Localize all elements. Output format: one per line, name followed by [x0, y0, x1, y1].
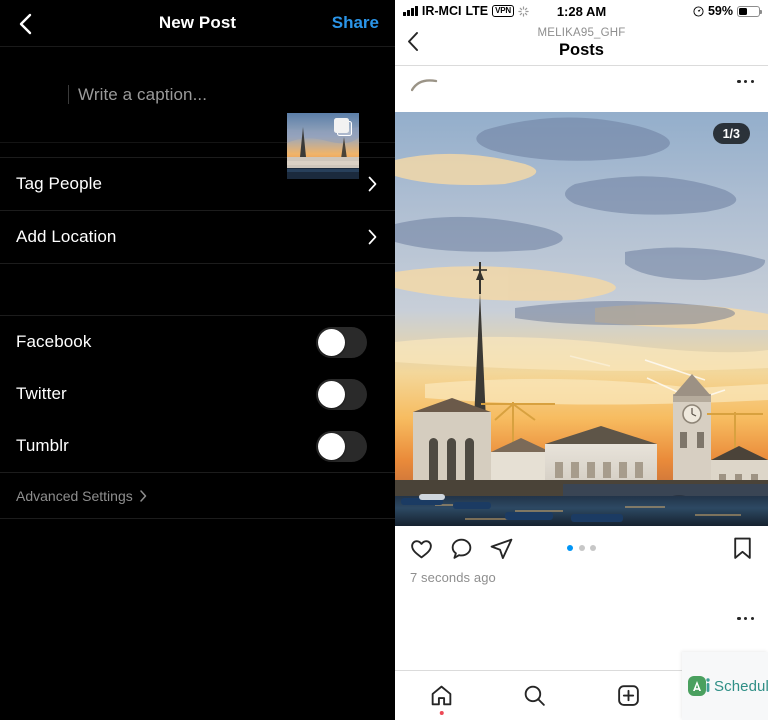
instagram-feed-panel: IR-MCI LTE VPN 1:28 AM 59% MELIKA95_GHF … — [395, 0, 768, 720]
network-label: LTE — [465, 4, 489, 18]
aischedul-widget-label: Schedul — [714, 677, 768, 695]
aischedul-widget[interactable]: Schedul — [682, 652, 768, 720]
zurich-sunset-photo — [395, 112, 768, 526]
add-post-icon — [617, 685, 639, 706]
vpn-badge: VPN — [492, 5, 514, 17]
nav-subtitle: MELIKA95_GHF — [537, 27, 626, 39]
heart-icon[interactable] — [409, 536, 434, 561]
list-item-label: Add Location — [16, 227, 117, 246]
toggle-row-twitter[interactable]: Twitter — [0, 368, 395, 420]
back-button[interactable] — [10, 9, 40, 39]
toggle-knob — [318, 432, 345, 460]
caption-input[interactable]: Write a caption... — [78, 85, 207, 105]
post-options-list: Tag People Add Location — [0, 157, 395, 264]
aischedul-logo-icon — [688, 676, 710, 696]
home-icon — [431, 685, 452, 706]
notification-dot — [439, 710, 444, 715]
battery-percent-label: 59% — [707, 4, 733, 18]
chevron-right-icon — [140, 489, 146, 502]
action-icons-left — [409, 536, 514, 561]
post-image[interactable]: 1/3 — [395, 112, 768, 526]
dual-phone-screenshot: New Post Share Write a caption... Tag Pe… — [0, 0, 768, 720]
post-header — [395, 66, 768, 112]
next-post-header — [395, 603, 768, 649]
toggle-label: Twitter — [16, 384, 67, 403]
new-post-header: New Post Share — [0, 0, 395, 47]
list-item-label: Tag People — [16, 174, 103, 193]
toggle-label: Tumblr — [16, 436, 69, 455]
panel-filler — [0, 518, 395, 519]
activity-spinner-icon — [518, 5, 529, 17]
send-paperplane-icon[interactable] — [489, 536, 514, 561]
carrier-label: IR-MCI — [421, 4, 462, 18]
multiple-photos-icon — [332, 118, 352, 138]
tumblr-toggle[interactable] — [316, 430, 367, 462]
post-action-bar — [395, 526, 768, 570]
facebook-toggle[interactable] — [316, 326, 367, 358]
toggle-row-facebook[interactable]: Facebook — [0, 316, 395, 368]
toggle-knob — [318, 380, 345, 408]
search-icon — [525, 685, 546, 706]
status-right: 59% — [693, 4, 762, 18]
nav-title: Posts — [559, 41, 604, 59]
comment-bubble-icon[interactable] — [449, 536, 474, 561]
tab-search[interactable] — [522, 683, 547, 708]
post-options-button[interactable] — [737, 617, 754, 621]
chevron-right-icon — [368, 229, 377, 245]
tab-home[interactable] — [429, 683, 454, 715]
twitter-toggle[interactable] — [316, 378, 367, 410]
caption-row[interactable]: Write a caption... — [0, 47, 395, 179]
post-timestamp: 7 seconds ago — [410, 570, 496, 585]
share-to-toggles: Facebook Twitter Tumblr — [0, 316, 395, 472]
share-button[interactable]: Share — [332, 13, 379, 33]
bookmark-icon[interactable] — [731, 536, 754, 561]
back-button[interactable] — [407, 31, 419, 57]
chevron-left-icon — [19, 13, 31, 35]
chevron-left-icon — [408, 31, 418, 51]
toggle-row-tumblr[interactable]: Tumblr — [0, 420, 395, 472]
post-options-button[interactable] — [737, 80, 754, 84]
feed-nav-header: MELIKA95_GHF Posts — [395, 22, 768, 66]
sidebar-item-add-location[interactable]: Add Location — [0, 211, 395, 264]
status-bar: IR-MCI LTE VPN 1:28 AM 59% — [395, 0, 768, 22]
advanced-settings-label: Advanced Settings — [16, 487, 133, 504]
empty-section — [0, 264, 395, 316]
new-post-panel: New Post Share Write a caption... Tag Pe… — [0, 0, 395, 720]
chevron-right-icon — [368, 176, 377, 192]
toggle-knob — [318, 328, 345, 356]
carousel-counter: 1/3 — [712, 123, 750, 144]
loading-arc-icon — [411, 79, 438, 92]
advanced-settings-link[interactable]: Advanced Settings — [0, 472, 395, 518]
toggle-label: Facebook — [16, 332, 92, 351]
status-left: IR-MCI LTE VPN — [403, 4, 529, 18]
sidebar-item-tag-people[interactable]: Tag People — [0, 158, 395, 211]
text-cursor — [68, 85, 69, 104]
location-arrow-icon — [693, 5, 704, 17]
battery-icon — [737, 5, 762, 17]
signal-bars-icon — [403, 6, 418, 16]
tab-add-post[interactable] — [616, 683, 641, 708]
